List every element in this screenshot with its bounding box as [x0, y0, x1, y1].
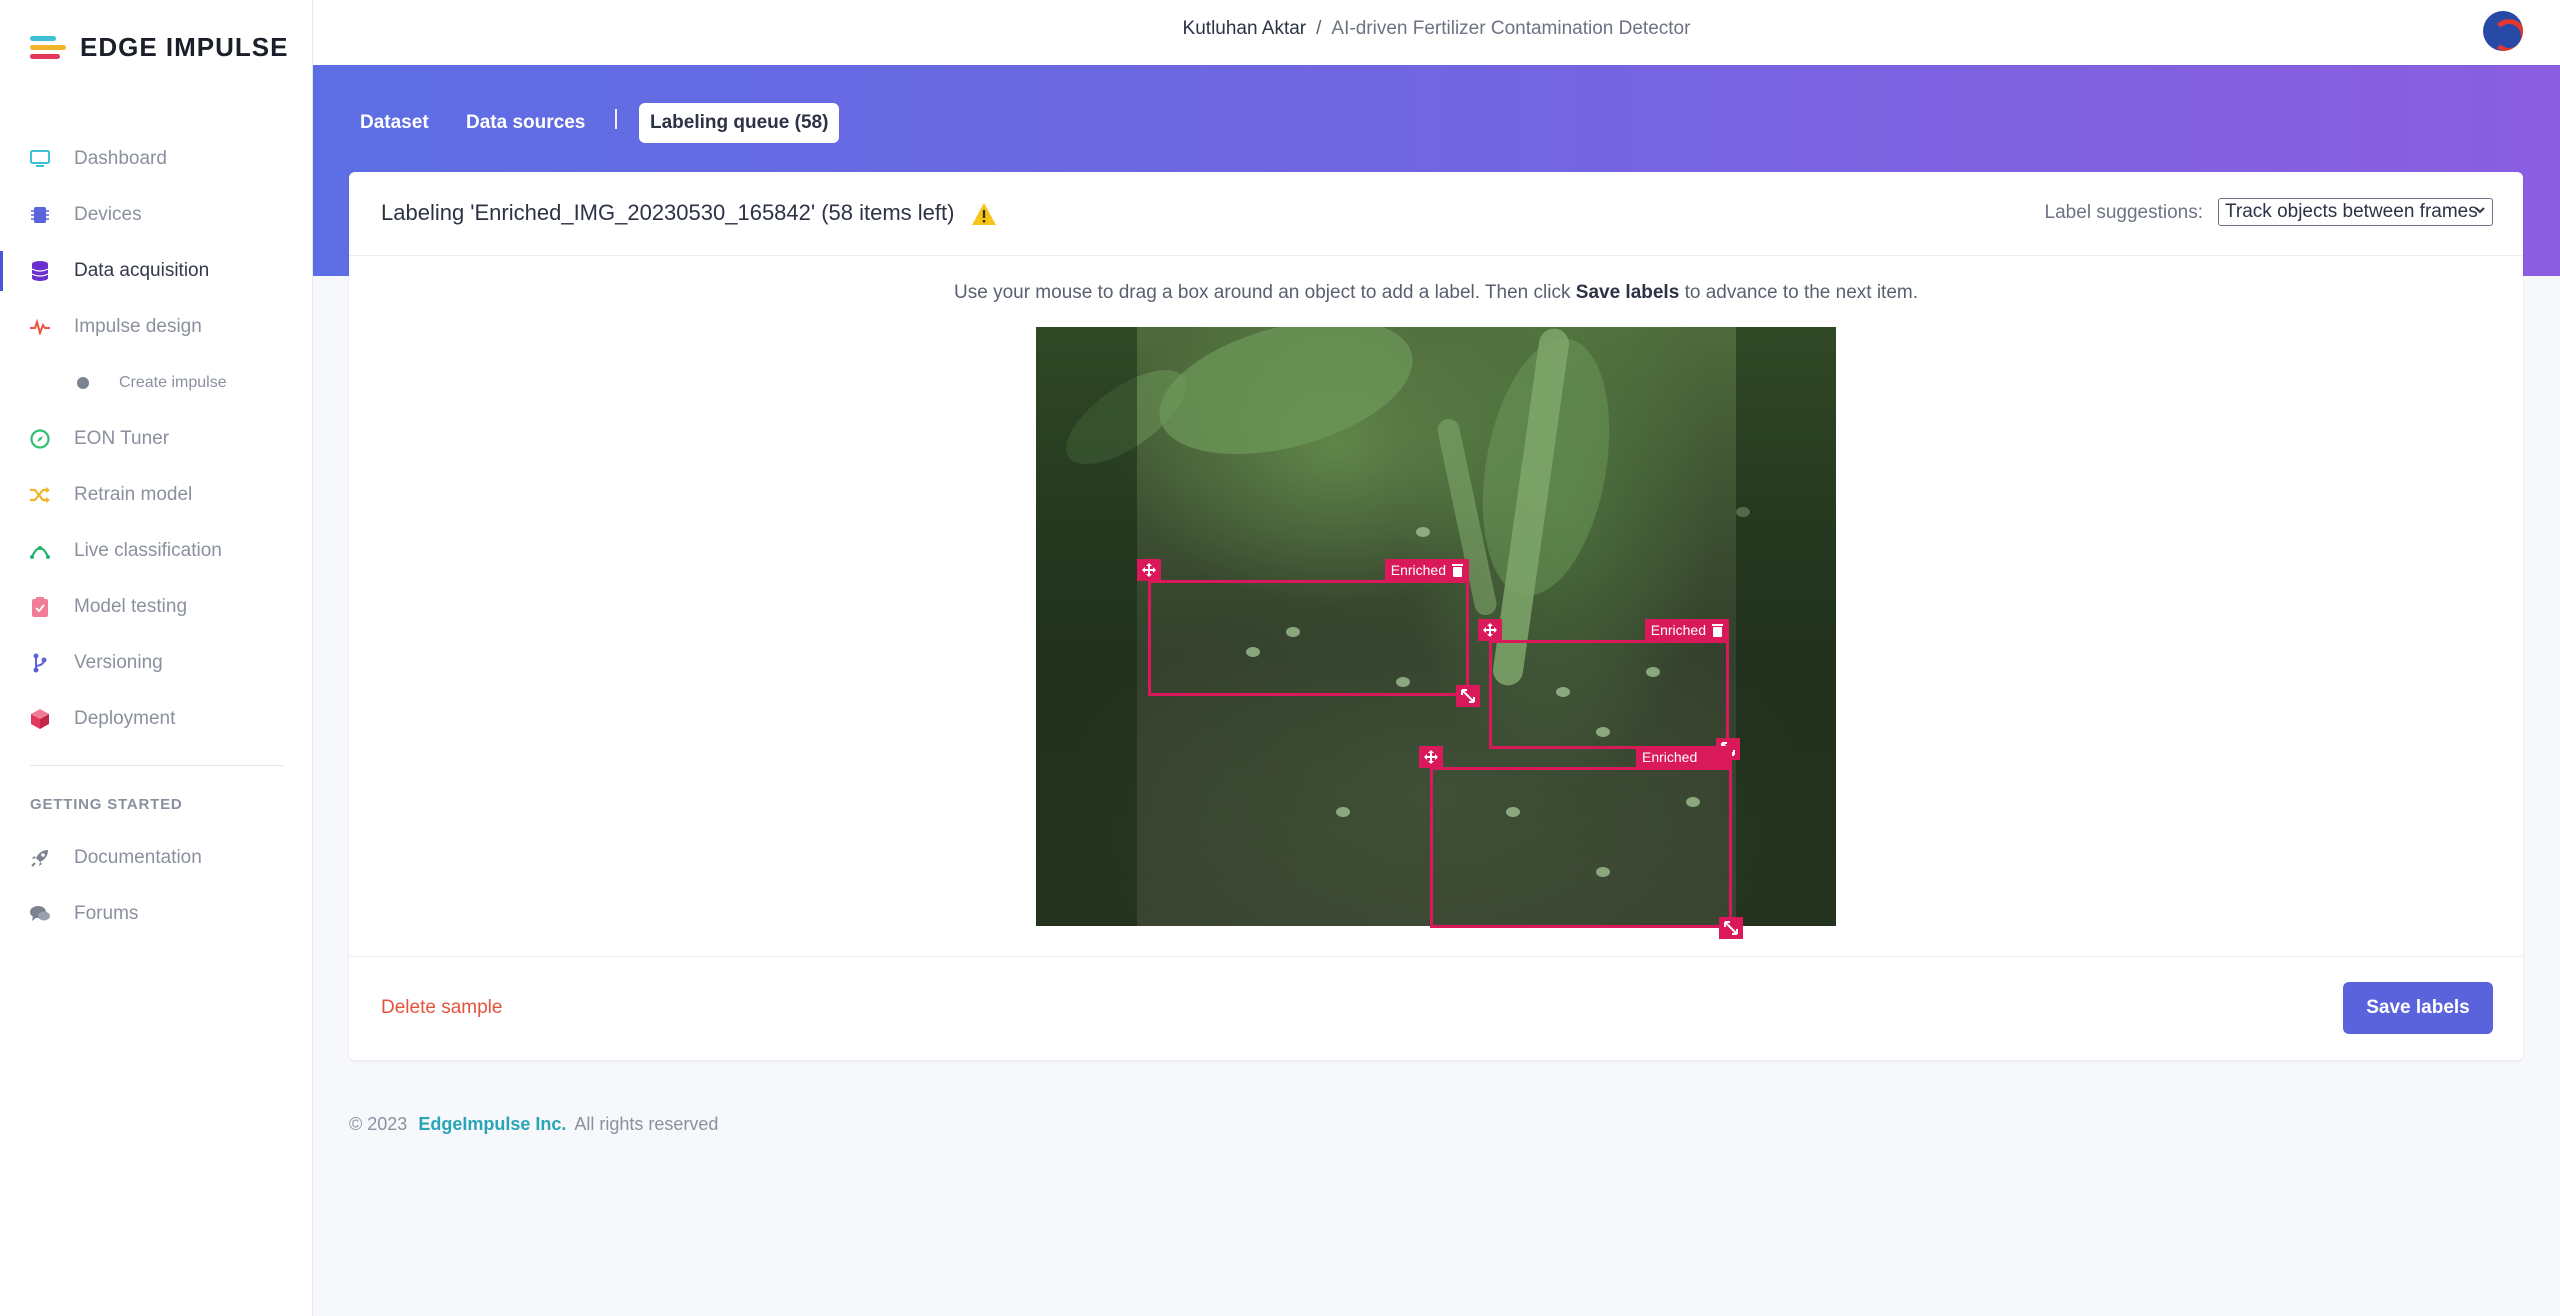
sidebar-item-data-acquisition[interactable]: Data acquisition — [0, 243, 313, 299]
sidebar-item-retrain-model[interactable]: Retrain model — [0, 467, 313, 523]
labeling-instruction: Use your mouse to drag a box around an o… — [349, 282, 2523, 304]
labeling-title: Labeling 'Enriched_IMG_20230530_165842' … — [381, 200, 955, 225]
save-labels-button[interactable]: Save labels — [2343, 982, 2493, 1034]
tab-labeling-queue[interactable]: Labeling queue (58) — [639, 103, 840, 143]
delete-sample-link[interactable]: Delete sample — [381, 997, 502, 1019]
pulse-icon — [30, 317, 50, 337]
sidebar-item-deployment[interactable]: Deployment — [0, 691, 313, 747]
sidebar-item-dashboard[interactable]: Dashboard — [0, 131, 313, 187]
top-bar: Kutluhan Aktar / AI-driven Fertilizer Cont… — [313, 0, 2560, 65]
sidebar-item-forums[interactable]: Forums — [0, 886, 313, 942]
warning-icon[interactable] — [971, 202, 997, 226]
tab-divider — [615, 109, 617, 129]
sidebar-item-label: Devices — [74, 204, 142, 225]
monitor-icon — [30, 149, 50, 169]
compass-icon — [30, 429, 50, 449]
database-icon — [30, 261, 50, 281]
cube-icon — [30, 709, 50, 729]
instruction-text-after: to advance to the next item. — [1684, 282, 1918, 303]
chevron-down-icon — [2474, 203, 2486, 219]
sidebar-item-label: Dashboard — [74, 148, 167, 169]
trash-icon[interactable] — [1712, 623, 1723, 637]
breadcrumb-user[interactable]: Kutluhan Aktar — [1183, 18, 1307, 39]
footer-copyright: © 2023 — [349, 1114, 408, 1134]
footer-company-link[interactable]: EdgeImpulse Inc. — [418, 1114, 566, 1134]
bounding-box[interactable]: Enriched — [1419, 746, 1743, 939]
image-pellet — [1336, 807, 1350, 817]
clipboard-icon — [30, 597, 50, 617]
sidebar-item-label: Live classification — [74, 540, 222, 561]
breadcrumb: Kutluhan Aktar / AI-driven Fertilizer Cont… — [313, 18, 2560, 40]
card-footer: Delete sample Save labels — [349, 956, 2523, 1060]
bounding-box-label[interactable]: Enriched — [1384, 559, 1469, 581]
chat-icon — [30, 904, 50, 924]
sidebar-item-label: Model testing — [74, 596, 188, 617]
bounding-box-label-text: Enriched — [1642, 749, 1698, 765]
user-avatar[interactable] — [2483, 11, 2523, 51]
resize-icon[interactable] — [1456, 685, 1480, 707]
bounding-box-label-text: Enriched — [1390, 562, 1446, 578]
rocket-icon — [30, 848, 50, 868]
bounding-box[interactable]: Enriched — [1478, 619, 1740, 760]
sidebar: EDGE IMPULSE Dashboard Devices Data acqu… — [0, 0, 313, 1316]
shuffle-icon — [30, 485, 50, 505]
sidebar-item-label: Forums — [74, 903, 139, 924]
bounding-box[interactable]: Enriched — [1137, 559, 1480, 707]
labeling-card: Labeling 'Enriched_IMG_20230530_165842' … — [349, 172, 2523, 1060]
bounding-box-label[interactable]: Enriched — [1636, 746, 1732, 768]
resize-icon[interactable] — [1719, 917, 1743, 939]
sidebar-item-label: Create impulse — [119, 374, 227, 391]
sidebar-item-label: Retrain model — [74, 484, 193, 505]
sidebar-item-eon-tuner[interactable]: EON Tuner — [0, 411, 313, 467]
sidebar-item-versioning[interactable]: Versioning — [0, 635, 313, 691]
move-icon[interactable] — [1137, 559, 1161, 581]
sidebar-item-create-impulse[interactable]: Create impulse — [0, 355, 313, 411]
move-icon[interactable] — [1478, 619, 1502, 641]
breadcrumb-separator: / — [1316, 18, 1322, 39]
tab-dataset[interactable]: Dataset — [360, 103, 429, 143]
brand-name: EDGE IMPULSE — [80, 32, 289, 62]
dot-icon — [77, 377, 89, 389]
footer-rights: All rights reserved — [574, 1114, 719, 1134]
crop-overlay-left — [1036, 327, 1137, 926]
brand-logo[interactable]: EDGE IMPULSE — [30, 32, 288, 63]
branch-icon — [30, 653, 50, 673]
label-suggestions-value: Track objects between frames — [2225, 201, 2478, 222]
sidebar-item-label: Data acquisition — [74, 260, 210, 281]
label-suggestions-select[interactable]: Track objects between frames — [2218, 198, 2493, 226]
sidebar-item-documentation[interactable]: Documentation — [0, 830, 313, 886]
instruction-text-bold: Save labels — [1575, 282, 1680, 303]
page-footer: © 2023 EdgeImpulse Inc. All rights reser… — [349, 1114, 718, 1135]
sidebar-item-label: EON Tuner — [74, 428, 170, 449]
sidebar-item-label: Versioning — [74, 652, 163, 673]
sidebar-item-devices[interactable]: Devices — [0, 187, 313, 243]
image-pellet — [1416, 527, 1430, 537]
instruction-text-before: Use your mouse to drag a box around an o… — [954, 282, 1571, 303]
image-leaf — [1144, 327, 1428, 479]
sidebar-item-label: Impulse design — [74, 316, 202, 337]
move-icon[interactable] — [1419, 746, 1443, 768]
card-header: Labeling 'Enriched_IMG_20230530_165842' … — [349, 172, 2523, 256]
sidebar-item-model-testing[interactable]: Model testing — [0, 579, 313, 635]
trash-icon[interactable] — [1452, 563, 1463, 577]
bounding-box-label[interactable]: Enriched — [1644, 619, 1729, 641]
tab-data-sources[interactable]: Data sources — [466, 103, 585, 143]
chip-icon — [30, 205, 50, 225]
signal-icon — [30, 541, 50, 561]
bounding-box-label-text: Enriched — [1650, 622, 1706, 638]
sidebar-item-live-classification[interactable]: Live classification — [0, 523, 313, 579]
sidebar-item-impulse-design[interactable]: Impulse design — [0, 299, 313, 355]
breadcrumb-project[interactable]: AI-driven Fertilizer Contamination Detec… — [1331, 18, 1690, 39]
label-suggestions-label: Label suggestions: — [2044, 202, 2203, 223]
sidebar-item-label: Deployment — [74, 708, 176, 729]
section-title-getting-started: GETTING STARTED — [30, 796, 183, 813]
edge-impulse-logo-icon — [30, 34, 70, 62]
sidebar-divider — [30, 765, 283, 766]
crop-overlay-right — [1736, 327, 1836, 926]
sidebar-item-label: Documentation — [74, 847, 202, 868]
